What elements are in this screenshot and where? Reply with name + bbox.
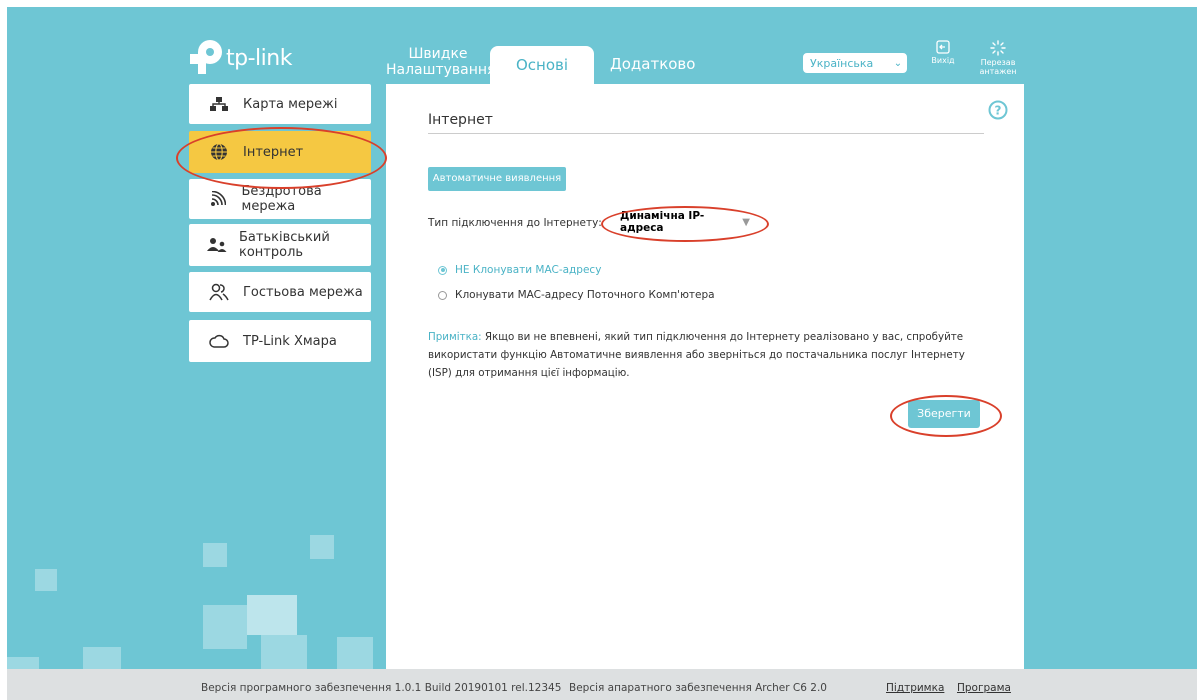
decor-square (247, 595, 297, 635)
decor-square (310, 535, 334, 559)
support-link[interactable]: Підтримка (886, 682, 944, 694)
tp-link-logo: tp-link (190, 40, 292, 76)
radio-no-clone-mac[interactable]: НЕ Клонувати MAC-адресу (438, 264, 601, 276)
cloud-icon (207, 331, 231, 351)
sidebar-item-label: Карта мережі (243, 96, 338, 112)
radio-button[interactable] (438, 290, 447, 300)
main-panel: Інтернет ? Автоматичне виявлення Тип під… (386, 84, 1024, 670)
connection-type-label: Тип підключення до Інтернету: (428, 217, 602, 229)
firmware-version: Версія програмного забезпечення 1.0.1 Bu… (201, 682, 562, 694)
reboot-button[interactable]: Перезав антажен (976, 40, 1020, 76)
sidebar-item-guest-network[interactable]: Гостьова мережа (189, 272, 371, 312)
globe-icon (207, 142, 231, 162)
note-body: Якщо ви не впевнені, який тип підключенн… (428, 331, 965, 379)
logout-label: Вихід (931, 56, 955, 65)
language-value: Українська (810, 56, 874, 70)
connection-type-value: Динамічна IP-адреса (620, 210, 705, 234)
sidebar-item-label: Інтернет (243, 144, 304, 160)
tp-link-logo-icon (190, 40, 224, 76)
reboot-icon (990, 40, 1006, 56)
sidebar-item-wireless[interactable]: Бездротова мережа (189, 179, 371, 219)
parental-control-icon (207, 235, 227, 255)
logout-icon (936, 40, 950, 54)
auto-detect-button[interactable]: Автоматичне виявлення (428, 167, 566, 191)
language-select[interactable]: Українська ⌄ (803, 53, 907, 73)
reboot-label: Перезав антажен (979, 58, 1017, 76)
radio-button-selected[interactable] (438, 265, 447, 275)
chevron-down-icon: ⌄ (893, 57, 903, 69)
logout-button[interactable]: Вихід (928, 40, 958, 65)
sidebar-item-label: Гостьова мережа (243, 284, 363, 300)
decor-square (203, 605, 247, 649)
sidebar-item-parental-control[interactable]: Батьківський контроль (189, 224, 371, 266)
guest-icon (207, 282, 231, 302)
page-title: Інтернет (428, 112, 493, 128)
note-label: Примітка: (428, 331, 482, 343)
save-button[interactable]: Зберегти (908, 400, 980, 428)
svg-text:?: ? (995, 104, 1002, 118)
decor-square (35, 569, 57, 591)
sidebar-item-tp-link-cloud[interactable]: TP-Link Хмара (189, 320, 371, 362)
dropdown-arrow-icon: ▼ (742, 216, 750, 228)
connection-type-select[interactable]: Динамічна IP-адреса ▼ (614, 210, 760, 234)
sidebar-item-internet[interactable]: Інтернет (189, 131, 371, 173)
note-text: Примітка: Якщо ви не впевнені, який тип … (428, 328, 988, 382)
network-map-icon (207, 94, 231, 114)
app-link[interactable]: Програма (957, 682, 1011, 694)
sidebar-item-label: TP-Link Хмара (243, 333, 337, 349)
tab-quick-setup[interactable]: Швидке Налаштування (386, 46, 495, 78)
tab-basic[interactable]: Основі (490, 46, 594, 84)
hardware-version: Версія апаратного забезпечення Archer C6… (569, 682, 827, 694)
tab-advanced[interactable]: Додатково (610, 55, 695, 73)
title-divider (428, 133, 984, 134)
help-icon[interactable]: ? (988, 100, 1008, 120)
sidebar-item-label: Батьківський контроль (239, 230, 330, 260)
sidebar-item-label: Бездротова мережа (241, 184, 322, 214)
sidebar-item-network-map[interactable]: Карта мережі (189, 84, 371, 124)
wireless-icon (207, 189, 230, 209)
radio-clone-mac[interactable]: Клонувати MAC-адресу Поточного Комп'ютер… (438, 289, 715, 301)
radio-label: Клонувати MAC-адресу Поточного Комп'ютер… (455, 289, 715, 301)
decor-square (203, 543, 227, 567)
radio-label: НЕ Клонувати MAC-адресу (455, 264, 602, 276)
logo-text: tp-link (226, 45, 292, 71)
